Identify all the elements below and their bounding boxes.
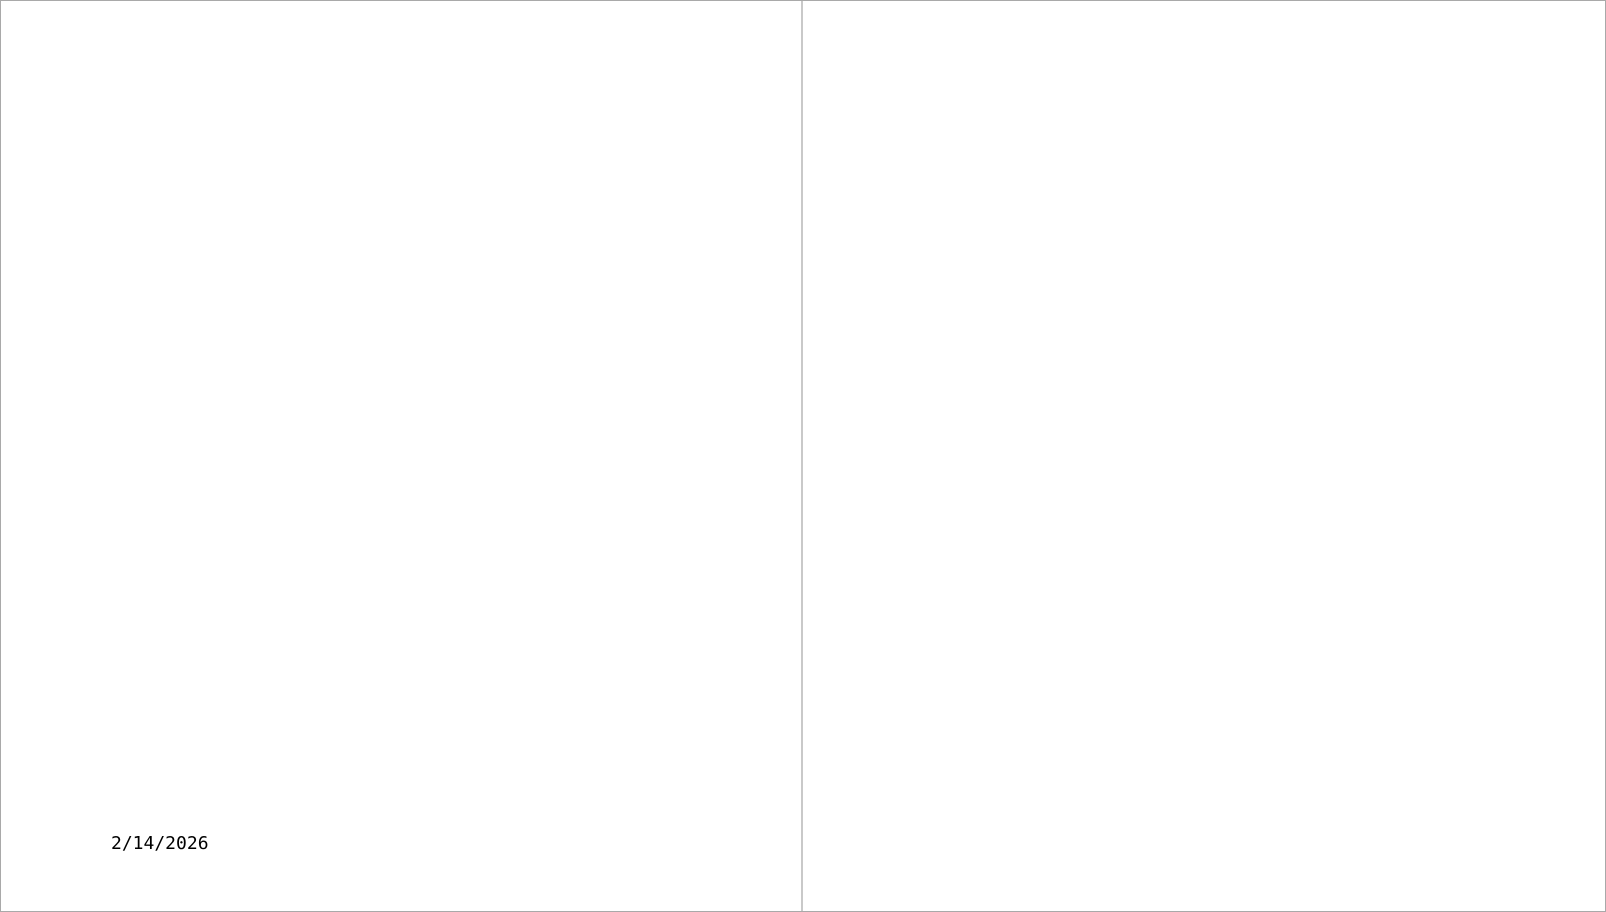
injection-monitor-window: 2/14/2026 [0, 0, 1606, 912]
date-label: 2/14/2026 [111, 833, 209, 854]
panel-divider [801, 1, 803, 911]
